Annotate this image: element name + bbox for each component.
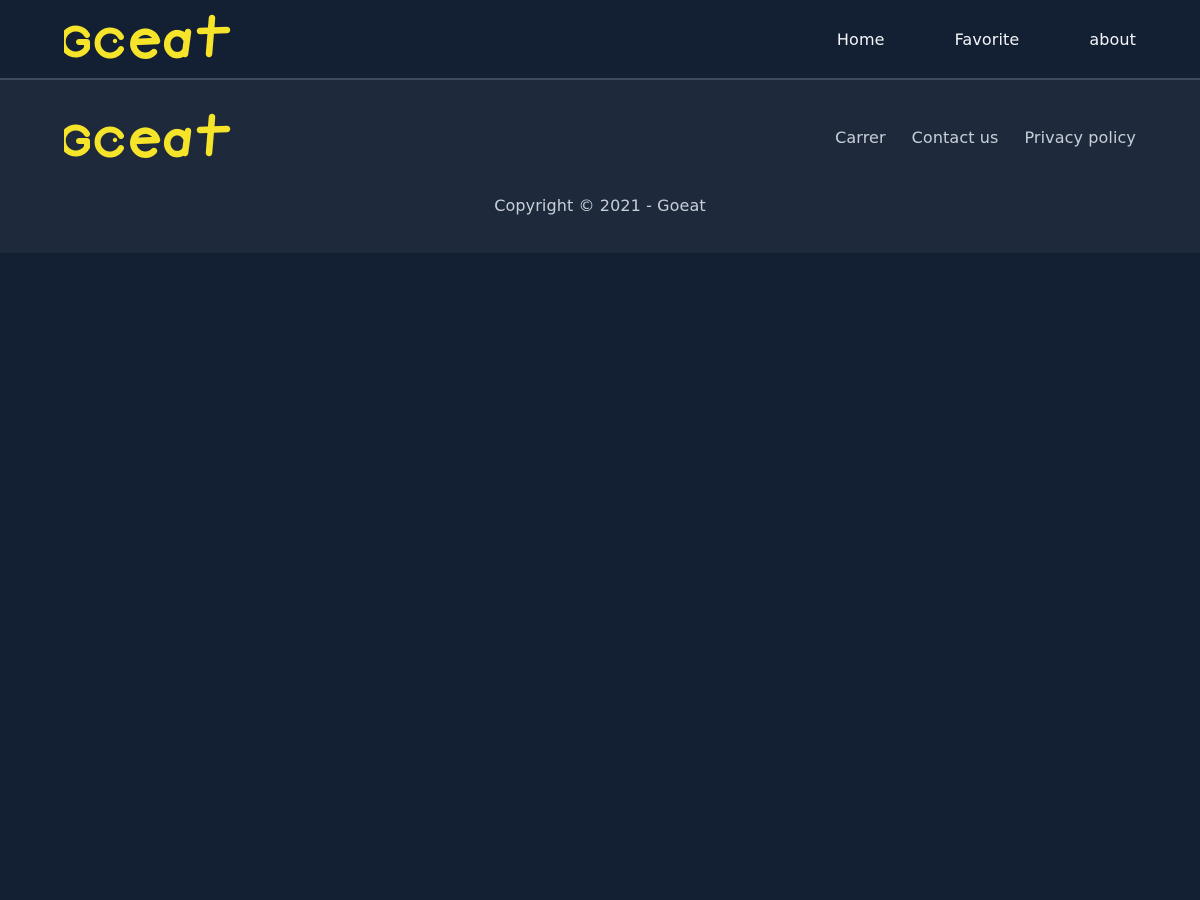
- footer-link-contact-us[interactable]: Contact us: [912, 128, 999, 147]
- nav-link-home[interactable]: Home: [837, 30, 885, 49]
- goeat-logo-icon[interactable]: [59, 113, 232, 161]
- site-footer: Carrer Contact us Privacy policy Copyrig…: [0, 80, 1200, 253]
- footer-link-carrer[interactable]: Carrer: [835, 128, 886, 147]
- main-content-area: [0, 253, 1200, 900]
- footer-link-privacy-policy[interactable]: Privacy policy: [1024, 128, 1136, 147]
- main-nav: Home Favorite about: [767, 0, 1136, 78]
- nav-link-favorite[interactable]: Favorite: [955, 30, 1020, 49]
- top-navbar: Home Favorite about: [0, 0, 1200, 80]
- goeat-logo-icon[interactable]: [59, 14, 232, 62]
- nav-link-about[interactable]: about: [1089, 30, 1136, 49]
- footer-nav: Carrer Contact us Privacy policy: [809, 113, 1136, 161]
- copyright-text: Copyright © 2021 - Goeat: [494, 196, 706, 215]
